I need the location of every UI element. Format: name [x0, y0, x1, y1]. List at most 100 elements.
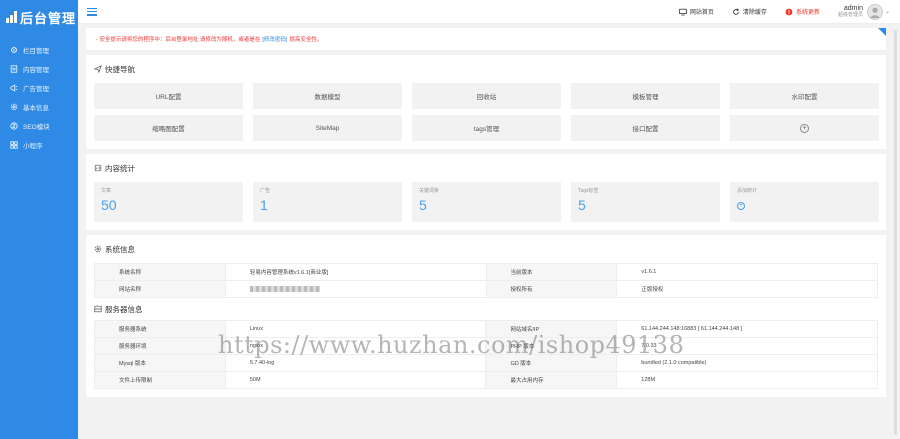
stat-label: 添加统计 [737, 188, 758, 194]
stat-value: 50 [101, 197, 117, 213]
quick-add-button[interactable]: + [730, 115, 879, 141]
table-value: 轻易内容管理系统v1.6.1[商业版] [224, 263, 487, 281]
corner-flag-icon [878, 28, 886, 36]
content-stats-title: 内容统计 [105, 163, 135, 173]
quick-data-model[interactable]: 数据模型 [253, 83, 402, 109]
sidebar-item-content[interactable]: 内容管理 [0, 59, 78, 78]
quick-url-config[interactable]: URL配置 [94, 83, 243, 109]
grid-icon [9, 140, 18, 149]
quick-watermark-config[interactable]: 水印配置 [730, 83, 879, 109]
chevron-down-icon[interactable]: ⌄ [885, 8, 890, 15]
stat-label: 关键词条 [419, 188, 440, 194]
server-icon [94, 305, 102, 313]
table-key: Mysql 版本 [94, 354, 226, 372]
table-row: 文件上传限制 50M 最大占用内存 128M [94, 371, 878, 389]
stat-value: 5 [578, 197, 586, 213]
quick-sitemap[interactable]: SiteMap [253, 115, 402, 141]
system-info-title: 系统信息 [105, 244, 135, 254]
sidebar-item-column[interactable]: 栏目管理 [0, 40, 78, 59]
stat-keywords[interactable]: 关键词条 5 [412, 182, 561, 222]
avatar[interactable] [866, 3, 883, 20]
table-value [224, 280, 487, 298]
main-content: - 安全提示请将您的程序中： 后台登录地址 请修改为随机，或者是在 [修改密码]… [86, 28, 886, 439]
table-key: PHP 版本 [485, 337, 618, 355]
megaphone-icon [9, 83, 18, 92]
quick-thumbnail-config[interactable]: 缩略图配置 [94, 115, 243, 141]
content-stats-card: 内容统计 文章 50 广告 1 关键词条 5 Tags标签 5 添加统计 + [86, 154, 886, 230]
table-value: bundled (2.1.0 compatible) [616, 354, 878, 372]
table-key: 服务器系统 [94, 320, 226, 338]
stat-articles[interactable]: 文章 50 [94, 182, 243, 222]
quick-template-manage[interactable]: 模板管理 [571, 83, 720, 109]
system-info-table: 系统名称 轻易内容管理系统v1.6.1[商业版] 当前版本 v1.6.1 网站名… [94, 263, 878, 298]
brand-logo[interactable]: 后台管理 [0, 0, 78, 34]
table-value: 128M [616, 371, 878, 389]
menu-toggle-icon[interactable] [87, 7, 97, 16]
table-key: GD 版本 [485, 354, 618, 372]
sidebar-item-basic-info[interactable]: 基本信息 [0, 97, 78, 116]
table-key: 网站名称 [94, 280, 226, 298]
gear-icon [9, 45, 18, 54]
table-row: 服务器环境 nginx PHP 版本 7.0.33 [94, 337, 878, 355]
table-value: Linux [224, 320, 487, 338]
stat-add[interactable]: 添加统计 + [730, 182, 879, 222]
system-update-link[interactable]: 系统更新 [785, 7, 820, 16]
table-key: 服务器环境 [94, 337, 226, 355]
stat-tags[interactable]: Tags标签 5 [571, 182, 720, 222]
clear-cache-label: 清除缓存 [742, 10, 767, 16]
table-key: 网站域名/IP [485, 320, 618, 338]
document-icon [9, 64, 18, 73]
sidebar-item-ads[interactable]: 广告管理 [0, 78, 78, 97]
sidebar-item-label: 广告管理 [23, 85, 49, 93]
table-value: 61.144.244.148:16883 [ 61.144.244.148 ] [616, 320, 878, 338]
system-info-card: 系统信息 系统名称 轻易内容管理系统v1.6.1[商业版] 当前版本 v1.6.… [86, 235, 886, 397]
sidebar-item-label: 基本信息 [23, 104, 49, 112]
stat-value: 1 [260, 197, 268, 213]
table-value: 5.7.40-log [224, 354, 487, 372]
user-icon [869, 7, 881, 18]
sidebar-item-label: SEO模块 [23, 123, 50, 131]
table-key: 系统名称 [94, 263, 226, 281]
brand-title: 后台管理 [20, 10, 77, 26]
quick-recycle-bin[interactable]: 回收站 [412, 83, 561, 109]
site-home-link[interactable]: 网站首页 [679, 7, 714, 16]
table-key: 授权所有 [485, 280, 618, 298]
stat-value: 5 [419, 197, 427, 213]
table-key: 当前版本 [485, 263, 618, 281]
table-key: 文件上传限制 [94, 371, 226, 389]
settings-icon [94, 245, 102, 253]
plus-icon: + [800, 123, 809, 133]
table-value: v1.6.1 [616, 263, 878, 281]
stat-label: 广告 [260, 188, 271, 194]
table-row: Mysql 版本 5.7.40-log GD 版本 bundled (2.1.0… [94, 354, 878, 372]
sidebar-item-miniprogram[interactable]: 小程序 [0, 135, 78, 154]
table-row: 服务器系统 Linux 网站域名/IP 61.144.244.148:16883… [94, 320, 878, 338]
logo-mark-icon [6, 11, 17, 23]
user-menu[interactable]: admin 超级管理员 ⌄ [838, 3, 890, 20]
plus-icon: + [737, 202, 745, 210]
notice-middle: 后台登录地址 请修改为随机，或者是在 [165, 37, 261, 43]
table-row: 网站名称 授权所有 正版授权 [94, 280, 878, 298]
seo-icon [9, 121, 18, 130]
system-update-label: 系统更新 [795, 10, 820, 16]
site-home-label: 网站首页 [689, 10, 714, 16]
change-password-link[interactable]: [修改密码] [262, 35, 287, 43]
top-bar: 网站首页 清除缓存 系统更新 admin 超级管理员 ⌄ [78, 0, 900, 24]
table-value: 正版授权 [616, 280, 878, 298]
table-row: 系统名称 轻易内容管理系统v1.6.1[商业版] 当前版本 v1.6.1 [94, 263, 878, 281]
quick-tags-manage[interactable]: tags管理 [412, 115, 561, 141]
monitor-icon [679, 8, 687, 15]
sidebar-item-seo[interactable]: SEO模块 [0, 116, 78, 135]
table-value: 7.0.33 [616, 337, 878, 355]
blurred-site-name [249, 285, 320, 292]
send-icon [94, 65, 102, 73]
settings-icon [9, 102, 18, 111]
quick-api-config[interactable]: 接口配置 [571, 115, 720, 141]
stat-ads[interactable]: 广告 1 [253, 182, 402, 222]
stats-icon [94, 164, 102, 172]
scrollbar[interactable] [894, 30, 897, 435]
table-key: 最大占用内存 [485, 371, 618, 389]
server-info-table: 服务器系统 Linux 网站域名/IP 61.144.244.148:16883… [94, 320, 878, 389]
table-value: nginx [224, 337, 487, 355]
clear-cache-link[interactable]: 清除缓存 [732, 7, 767, 16]
